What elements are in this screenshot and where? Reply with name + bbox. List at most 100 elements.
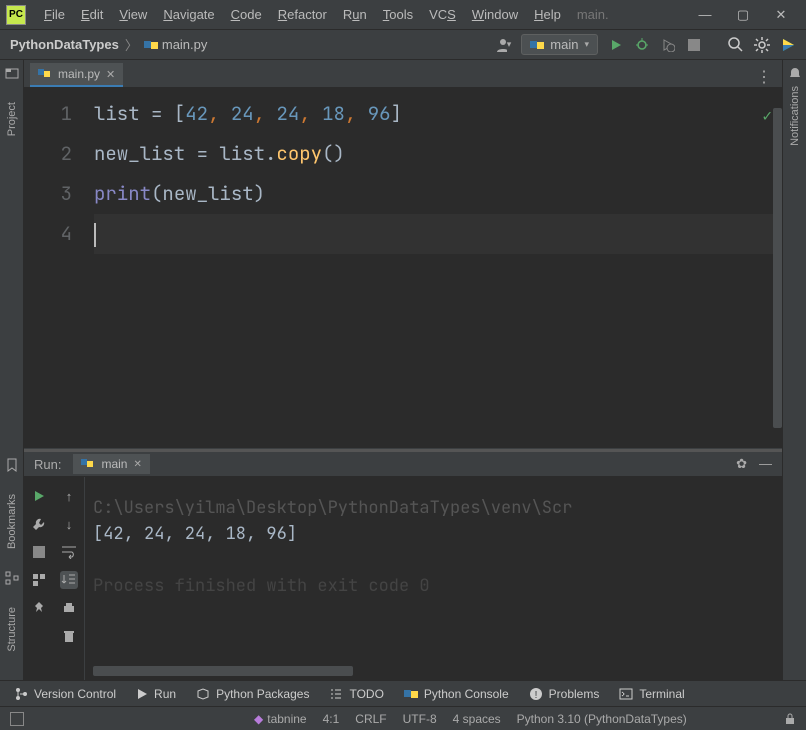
run-icon[interactable] bbox=[608, 37, 624, 53]
code-editor[interactable]: 1 2 3 4 ✓ list = [42, 24, 24, 18, 96] ne… bbox=[24, 88, 782, 448]
tab-close-icon[interactable]: ✕ bbox=[106, 68, 115, 81]
rerun-icon[interactable] bbox=[30, 487, 48, 505]
play-color-icon[interactable] bbox=[780, 37, 796, 53]
run-config-dropdown[interactable]: main ▾ bbox=[521, 34, 598, 55]
console-output[interactable]: C:\Users\yilma\Desktop\PythonDataTypes\v… bbox=[84, 477, 782, 680]
stop-icon[interactable] bbox=[686, 37, 702, 53]
terminal-tool[interactable]: Terminal bbox=[619, 687, 684, 701]
svg-text:!: ! bbox=[534, 690, 537, 701]
run-side-toolbar-1 bbox=[24, 477, 54, 680]
bookmarks-tool[interactable]: Bookmarks bbox=[6, 494, 18, 549]
menu-code[interactable]: Code bbox=[223, 7, 270, 22]
todo-tool[interactable]: TODO bbox=[329, 687, 383, 701]
code-line-1[interactable]: list = [42, 24, 24, 18, 96] bbox=[94, 94, 782, 134]
bookmark-icon[interactable] bbox=[5, 458, 19, 472]
menu-vcs[interactable]: VCS bbox=[421, 7, 464, 22]
menu-view[interactable]: View bbox=[111, 7, 155, 22]
maximize-button[interactable]: ▢ bbox=[736, 7, 750, 23]
menu-navigate[interactable]: Navigate bbox=[155, 7, 222, 22]
titlebar: PC File Edit View Navigate Code Refactor… bbox=[0, 0, 806, 30]
debug-icon[interactable] bbox=[634, 37, 650, 53]
menu-tools[interactable]: Tools bbox=[375, 7, 421, 22]
cursor-position[interactable]: 4:1 bbox=[323, 712, 340, 726]
menu-help[interactable]: Help bbox=[526, 7, 569, 22]
structure-tool[interactable]: Structure bbox=[6, 607, 18, 652]
project-tool[interactable]: Project bbox=[6, 102, 18, 136]
project-icon[interactable] bbox=[5, 66, 19, 80]
tabnine-status[interactable]: ◆tabnine bbox=[254, 712, 307, 726]
breadcrumb-file[interactable]: main.py bbox=[144, 37, 208, 52]
line-numbers: 1 2 3 4 bbox=[24, 88, 94, 448]
indent[interactable]: 4 spaces bbox=[453, 712, 501, 726]
coverage-icon[interactable] bbox=[660, 37, 676, 53]
run-hide-icon[interactable]: — bbox=[759, 456, 772, 472]
run-tab-close-icon[interactable]: ✕ bbox=[133, 459, 141, 470]
caret bbox=[94, 223, 96, 247]
run-tool[interactable]: Run bbox=[136, 687, 176, 701]
python-file-icon bbox=[38, 67, 52, 81]
trash-icon[interactable] bbox=[60, 627, 78, 645]
interpreter[interactable]: Python 3.10 (PythonDataTypes) bbox=[517, 712, 687, 726]
editor-tab-main[interactable]: main.py ✕ bbox=[30, 63, 123, 87]
console-line-output: [42, 24, 24, 18, 96] bbox=[93, 521, 774, 547]
stop-run-icon[interactable] bbox=[30, 543, 48, 561]
user-icon[interactable]: ▾ bbox=[495, 37, 511, 53]
settings-icon[interactable] bbox=[754, 37, 770, 53]
left-tool-gutter: Project Bookmarks Structure bbox=[0, 60, 24, 680]
encoding[interactable]: UTF-8 bbox=[403, 712, 437, 726]
right-tool-gutter: Notifications bbox=[782, 60, 806, 680]
line-separator[interactable]: CRLF bbox=[355, 712, 386, 726]
packages-tool[interactable]: Python Packages bbox=[196, 687, 309, 701]
version-control-tool[interactable]: Version Control bbox=[14, 687, 116, 701]
lock-icon[interactable] bbox=[784, 713, 796, 725]
console-line-path: C:\Users\yilma\Desktop\PythonDataTypes\v… bbox=[93, 495, 774, 521]
editor-tab-label: main.py bbox=[58, 67, 100, 81]
console-scrollbar[interactable] bbox=[93, 666, 353, 676]
python-file-icon bbox=[144, 38, 158, 52]
editor-tabs: main.py ✕ ⋮ bbox=[24, 60, 782, 88]
console-line-exit: Process finished with exit code 0 bbox=[93, 573, 774, 599]
pin-icon[interactable] bbox=[30, 599, 48, 617]
layout-icon[interactable] bbox=[30, 571, 48, 589]
titlebar-context: main. bbox=[569, 7, 617, 22]
python-icon bbox=[530, 38, 544, 52]
bell-icon[interactable] bbox=[788, 66, 802, 80]
python-icon bbox=[81, 457, 95, 471]
menu-window[interactable]: Window bbox=[464, 7, 526, 22]
run-config-label: main bbox=[550, 37, 578, 52]
breadcrumb-project[interactable]: PythonDataTypes bbox=[10, 37, 119, 52]
tab-more-icon[interactable]: ⋮ bbox=[746, 67, 782, 87]
menu-file[interactable]: File bbox=[36, 7, 73, 22]
breadcrumb-file-label: main.py bbox=[162, 37, 208, 52]
minimize-button[interactable]: — bbox=[698, 7, 712, 23]
menu-run[interactable]: Run bbox=[335, 7, 375, 22]
run-settings-icon[interactable]: ✿ bbox=[736, 456, 747, 472]
scroll-end-icon[interactable] bbox=[60, 571, 78, 589]
wrap-icon[interactable] bbox=[60, 543, 78, 561]
pycharm-logo-icon: PC bbox=[6, 5, 26, 25]
menu-edit[interactable]: Edit bbox=[73, 7, 111, 22]
problems-tool[interactable]: !Problems bbox=[529, 687, 600, 701]
down-arrow-icon[interactable]: ↓ bbox=[60, 515, 78, 533]
editor-scrollbar[interactable] bbox=[773, 108, 782, 428]
wrench-icon[interactable] bbox=[30, 515, 48, 533]
close-button[interactable]: ✕ bbox=[774, 7, 788, 23]
notifications-tool[interactable]: Notifications bbox=[789, 86, 801, 146]
structure-icon[interactable] bbox=[5, 571, 19, 585]
menu-refactor[interactable]: Refactor bbox=[270, 7, 335, 22]
status-box-icon[interactable] bbox=[10, 712, 24, 726]
inspection-check-icon[interactable]: ✓ bbox=[762, 96, 772, 136]
print-icon[interactable] bbox=[60, 599, 78, 617]
run-panel-title: Run: bbox=[34, 457, 61, 472]
breadcrumb-sep: 〉 bbox=[125, 35, 138, 54]
python-console-tool[interactable]: Python Console bbox=[404, 687, 509, 701]
bottom-tools: Version Control Run Python Packages TODO… bbox=[0, 680, 806, 706]
up-arrow-icon[interactable]: ↑ bbox=[60, 487, 78, 505]
code-line-4[interactable] bbox=[94, 214, 782, 254]
code-line-2[interactable]: new_list = list.copy() bbox=[94, 134, 782, 174]
search-icon[interactable] bbox=[728, 37, 744, 53]
status-bar: ◆tabnine 4:1 CRLF UTF-8 4 spaces Python … bbox=[0, 706, 806, 730]
code-line-3[interactable]: print(new_list) bbox=[94, 174, 782, 214]
run-tab-main[interactable]: main ✕ bbox=[73, 454, 149, 474]
run-panel: Run: main ✕ ✿ — bbox=[24, 448, 782, 680]
